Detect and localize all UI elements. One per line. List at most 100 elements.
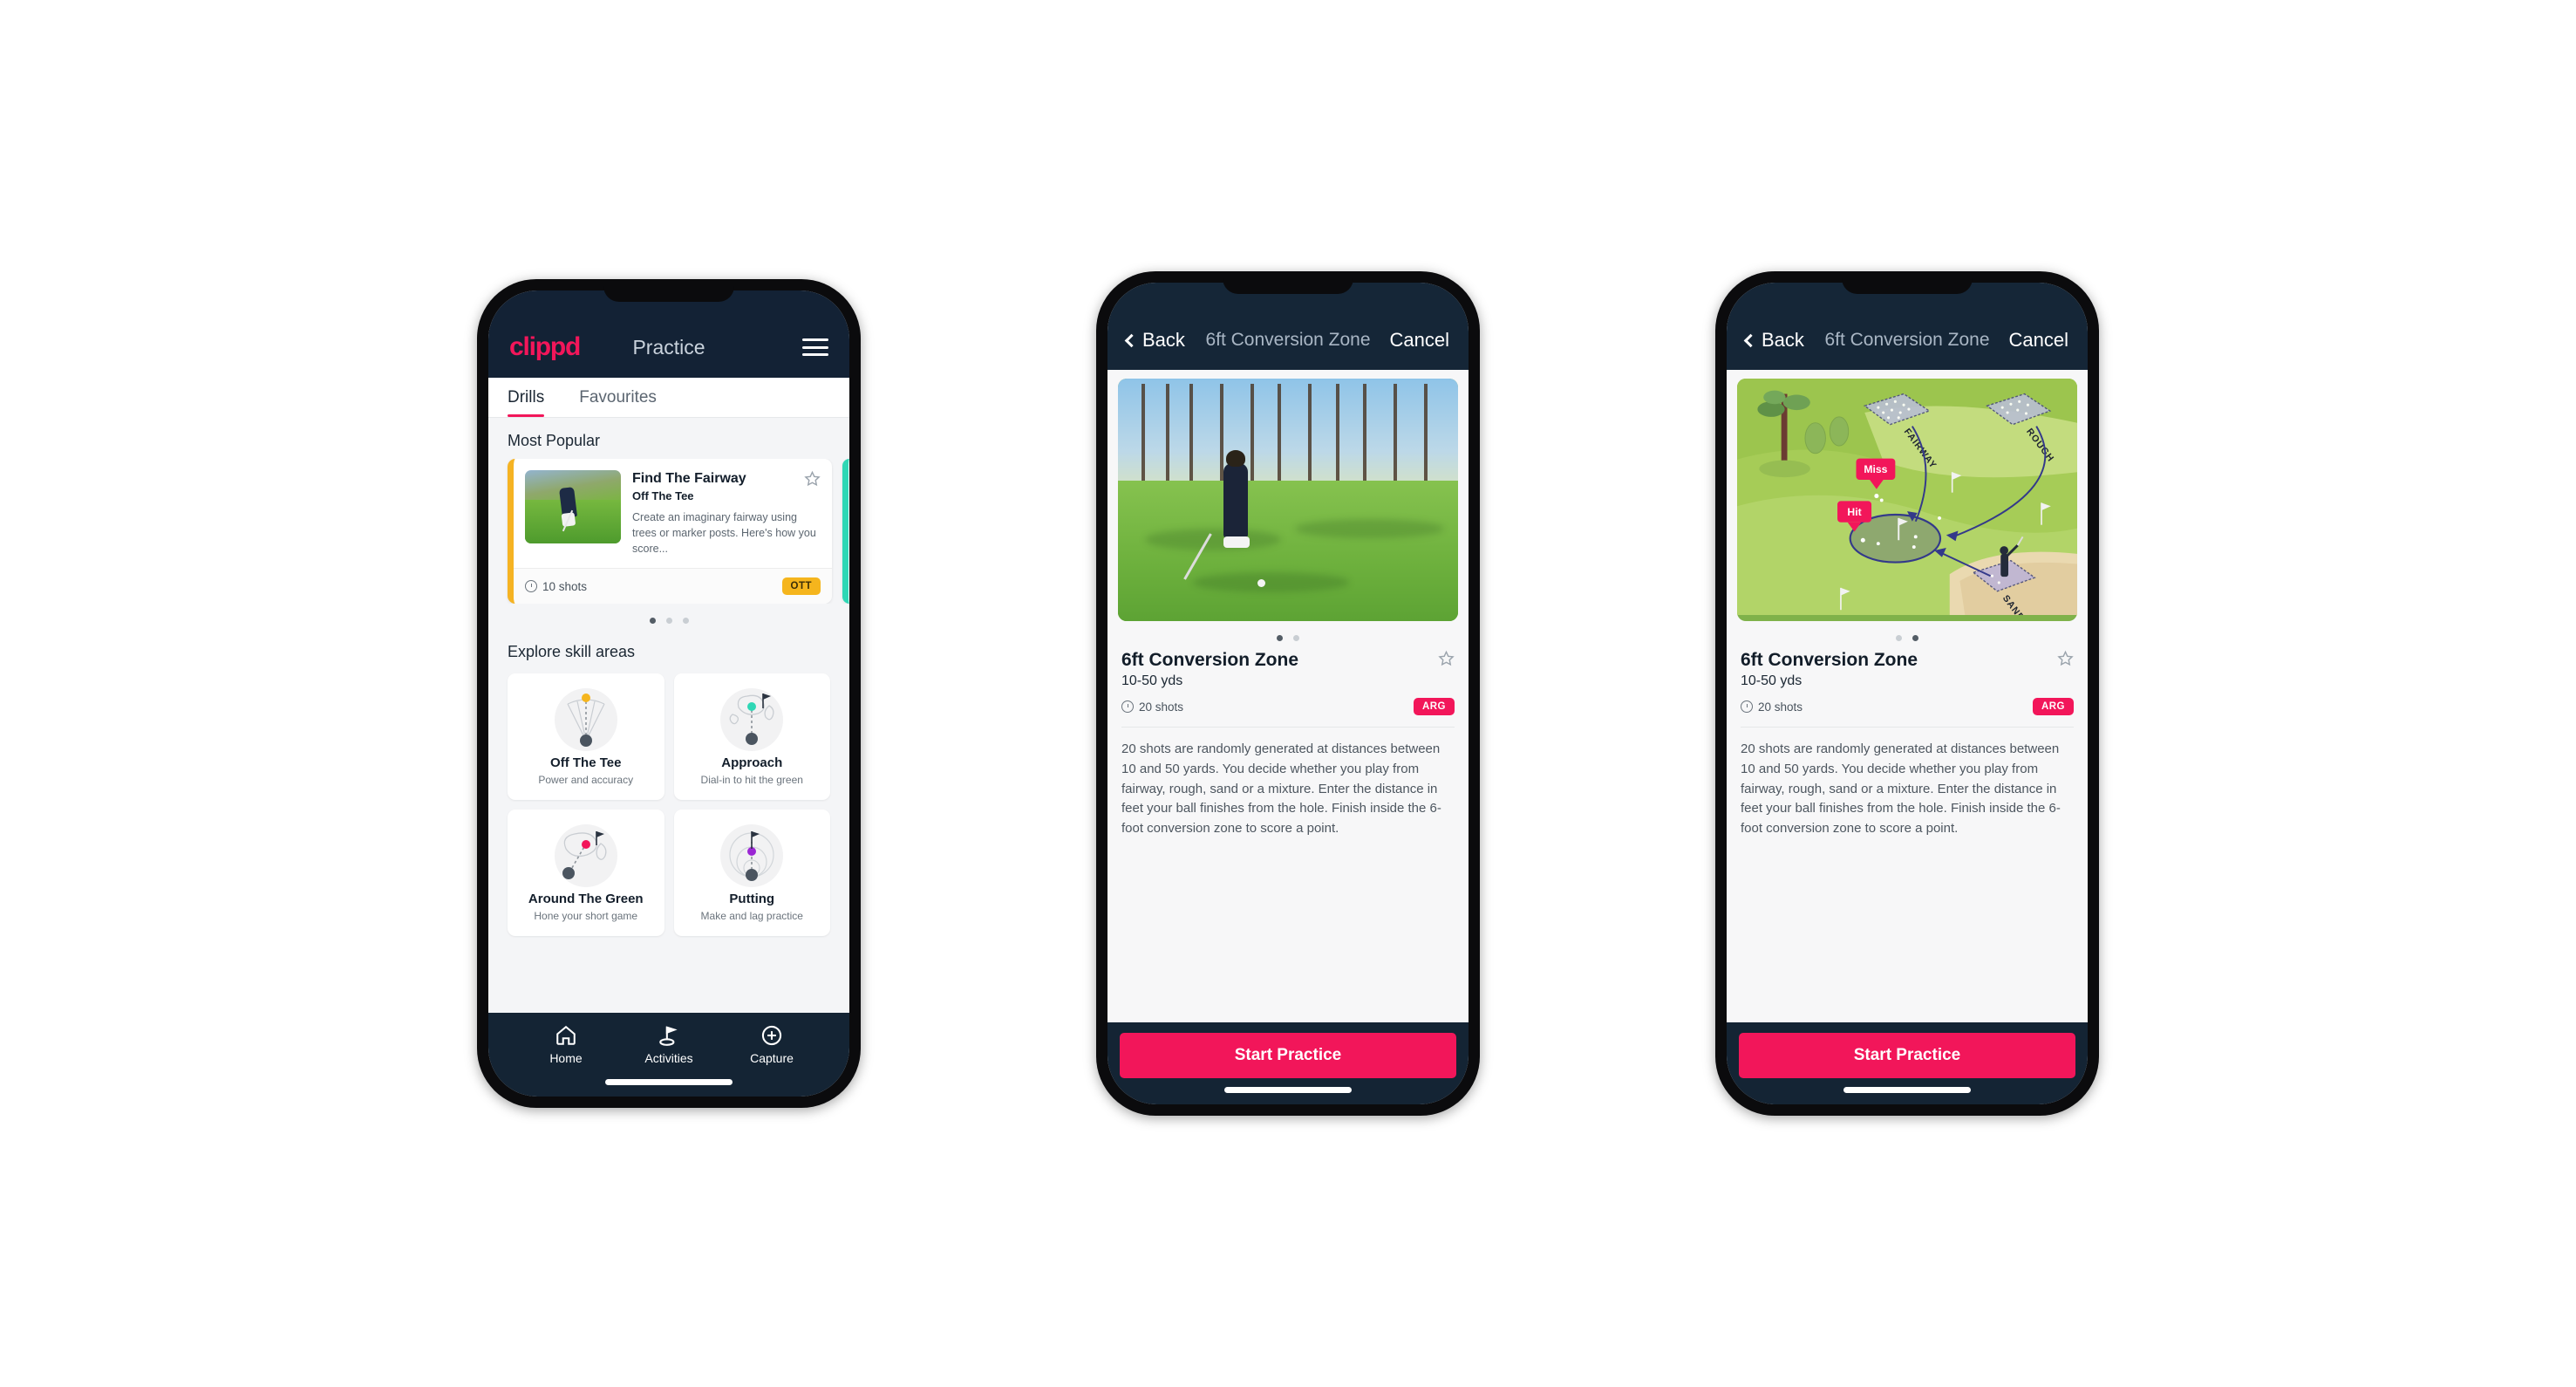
drill-subtitle: Off The Tee bbox=[632, 489, 694, 503]
media-dot[interactable] bbox=[1293, 635, 1299, 641]
media-dot[interactable] bbox=[1277, 635, 1283, 641]
chevron-left-icon bbox=[1743, 333, 1758, 348]
drill-media-illustration[interactable]: FAIRWAY ROUGH SAND Miss Hit bbox=[1737, 379, 2077, 621]
detail-title: 6ft Conversion Zone bbox=[1741, 650, 1918, 670]
detail-badge: ARG bbox=[2032, 698, 2074, 715]
hamburger-icon[interactable] bbox=[802, 338, 828, 356]
start-practice-button[interactable]: Start Practice bbox=[1739, 1033, 2075, 1078]
detail-description: 20 shots are randomly generated at dista… bbox=[1741, 741, 2061, 837]
drill-card-footer: 10 shots OTT bbox=[514, 568, 832, 605]
skill-name: Putting bbox=[729, 892, 775, 907]
tab-favourites[interactable]: Favourites bbox=[579, 378, 672, 417]
home-indicator bbox=[1224, 1087, 1352, 1093]
phone-notch bbox=[1223, 271, 1353, 294]
detail-shots: 20 shots bbox=[1741, 700, 1803, 714]
putting-rings-icon bbox=[681, 822, 824, 890]
drill-card-top: Find The Fairway Off The Tee Create an i… bbox=[514, 459, 832, 568]
media-dot[interactable] bbox=[1896, 635, 1902, 641]
nav-item-activities[interactable]: Activities bbox=[617, 1024, 720, 1065]
drill-carousel[interactable]: Find The Fairway Off The Tee Create an i… bbox=[488, 459, 849, 605]
phone-drill-detail-illustration: Back 6ft Conversion Zone Cancel FAIRWAY … bbox=[1715, 271, 2099, 1116]
carousel-dot[interactable] bbox=[665, 618, 672, 625]
detail-nav-bar: Back 6ft Conversion Zone Cancel bbox=[1107, 283, 1469, 370]
back-label: Back bbox=[1762, 329, 1804, 351]
star-outline-icon[interactable] bbox=[804, 470, 821, 487]
back-button[interactable]: Back bbox=[1124, 329, 1185, 352]
detail-shots-label: 20 shots bbox=[1758, 700, 1803, 714]
practice-content[interactable]: Most Popular Find The Fairway Off The Te… bbox=[488, 418, 849, 1013]
nav-label: Home bbox=[549, 1051, 583, 1065]
star-outline-icon[interactable] bbox=[2057, 650, 2074, 666]
svg-text:Miss: Miss bbox=[1864, 463, 1887, 475]
drill-card-next-peek[interactable] bbox=[842, 459, 849, 605]
detail-nav-bar: Back 6ft Conversion Zone Cancel bbox=[1727, 283, 2088, 370]
skill-desc: Hone your short game bbox=[534, 910, 638, 923]
clock-icon bbox=[1121, 700, 1134, 713]
detail-shots: 20 shots bbox=[1121, 700, 1183, 714]
skill-name: Off The Tee bbox=[550, 755, 622, 771]
start-practice-button[interactable]: Start Practice bbox=[1120, 1033, 1456, 1078]
detail-description: 20 shots are randomly generated at dista… bbox=[1121, 741, 1441, 837]
carousel-dot[interactable] bbox=[649, 618, 656, 625]
detail-shots-label: 20 shots bbox=[1139, 700, 1184, 714]
carousel-dot[interactable] bbox=[682, 618, 689, 625]
home-indicator bbox=[1843, 1087, 1971, 1093]
skill-desc: Dial-in to hit the green bbox=[700, 774, 803, 787]
home-icon bbox=[556, 1025, 576, 1045]
cancel-button[interactable]: Cancel bbox=[2009, 329, 2068, 352]
drill-badge: OTT bbox=[781, 577, 821, 596]
drill-thumbnail bbox=[525, 470, 621, 543]
drill-shots: 10 shots bbox=[525, 580, 587, 593]
nav-item-home[interactable]: Home bbox=[515, 1024, 617, 1065]
tee-fan-icon bbox=[515, 686, 658, 754]
svg-text:Hit: Hit bbox=[1847, 506, 1861, 518]
drill-media-photo[interactable] bbox=[1118, 379, 1458, 621]
back-label: Back bbox=[1142, 329, 1185, 351]
nav-label: Capture bbox=[750, 1051, 794, 1065]
skill-desc: Power and accuracy bbox=[538, 774, 634, 787]
media-dots bbox=[1727, 621, 2088, 646]
skill-name: Approach bbox=[721, 755, 783, 771]
home-indicator bbox=[605, 1079, 733, 1085]
course-diagram: FAIRWAY ROUGH SAND Miss Hit bbox=[1737, 379, 2077, 616]
star-outline-icon[interactable] bbox=[1438, 650, 1455, 666]
detail-meta: 6ft Conversion Zone 10-50 yds 20 shots A… bbox=[1107, 646, 1469, 728]
explore-heading: Explore skill areas bbox=[508, 643, 636, 661]
clock-icon bbox=[1741, 700, 1753, 713]
tab-bar: Drills Favourites bbox=[488, 378, 849, 418]
detail-content: FAIRWAY ROUGH SAND Miss Hit 6ft Conversi… bbox=[1727, 370, 2088, 1022]
carousel-dots bbox=[488, 604, 849, 629]
skill-card-around-the-green[interactable]: Around The Green Hone your short game bbox=[508, 810, 664, 937]
detail-title: 6ft Conversion Zone bbox=[1121, 650, 1299, 670]
screen-detail-illustration: Back 6ft Conversion Zone Cancel FAIRWAY … bbox=[1727, 283, 2088, 1104]
phone-practice-list: clippd Practice Drills Favourites Most P… bbox=[477, 279, 861, 1108]
most-popular-heading: Most Popular bbox=[508, 432, 601, 449]
drill-shots-label: 10 shots bbox=[542, 579, 588, 593]
detail-subtitle: 10-50 yds bbox=[1121, 673, 1183, 688]
media-dot[interactable] bbox=[1912, 635, 1918, 641]
detail-content: 6ft Conversion Zone 10-50 yds 20 shots A… bbox=[1107, 370, 1469, 1022]
cancel-button[interactable]: Cancel bbox=[1390, 329, 1449, 352]
detail-stats: 20 shots ARG bbox=[1741, 698, 2074, 728]
detail-badge: ARG bbox=[1413, 698, 1455, 715]
chevron-left-icon bbox=[1124, 333, 1139, 348]
skill-area-grid: Off The Tee Power and accuracy Approach … bbox=[488, 670, 849, 937]
nav-label: Activities bbox=[644, 1051, 693, 1065]
phone-notch bbox=[603, 279, 734, 302]
nav-item-capture[interactable]: Capture bbox=[720, 1024, 823, 1065]
skill-card-off-the-tee[interactable]: Off The Tee Power and accuracy bbox=[508, 673, 664, 801]
detail-stats: 20 shots ARG bbox=[1121, 698, 1455, 728]
skill-card-putting[interactable]: Putting Make and lag practice bbox=[673, 810, 830, 937]
drill-card[interactable]: Find The Fairway Off The Tee Create an i… bbox=[508, 459, 832, 605]
detail-meta: 6ft Conversion Zone 10-50 yds 20 shots A… bbox=[1727, 646, 2088, 728]
approach-green-icon bbox=[681, 686, 824, 754]
back-button[interactable]: Back bbox=[1743, 329, 1804, 352]
skill-card-approach[interactable]: Approach Dial-in to hit the green bbox=[673, 673, 830, 801]
skill-name: Around The Green bbox=[528, 892, 644, 907]
clippd-logo: clippd bbox=[509, 332, 581, 361]
screenshot-stage: clippd Practice Drills Favourites Most P… bbox=[0, 0, 2576, 1387]
drill-info: Find The Fairway Off The Tee Create an i… bbox=[632, 470, 821, 557]
plus-circle-icon bbox=[761, 1025, 782, 1046]
tab-drills[interactable]: Drills bbox=[508, 378, 560, 417]
media-dots bbox=[1107, 621, 1469, 646]
